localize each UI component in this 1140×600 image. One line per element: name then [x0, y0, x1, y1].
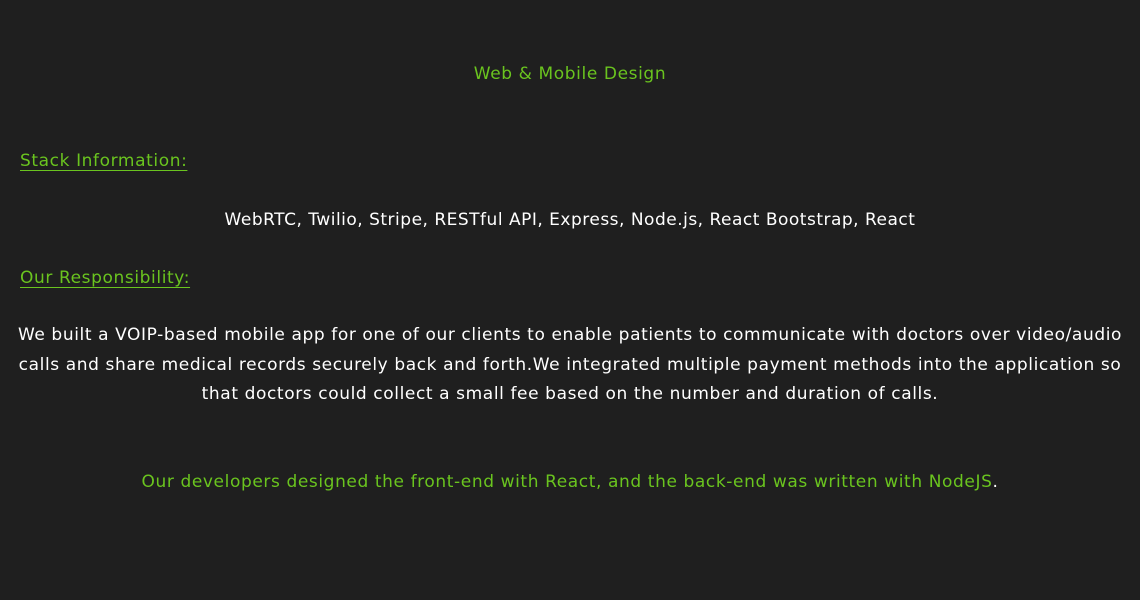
stack-information-heading: Stack Information: [20, 151, 188, 171]
responsibility-description: We built a VOIP-based mobile app for one… [17, 325, 1123, 404]
project-detail-section: Web & Mobile Design Stack Information: W… [0, 0, 1140, 600]
project-category: Web & Mobile Design [473, 64, 667, 84]
developer-note: Our developers designed the front-end wi… [0, 470, 1140, 494]
stack-technologies: WebRTC, Twilio, Stripe, RESTful API, Exp… [224, 210, 916, 230]
developer-note-period: . [992, 472, 999, 492]
developer-note-text: Our developers designed the front-end wi… [141, 472, 993, 492]
responsibility-heading: Our Responsibility: [20, 268, 191, 288]
